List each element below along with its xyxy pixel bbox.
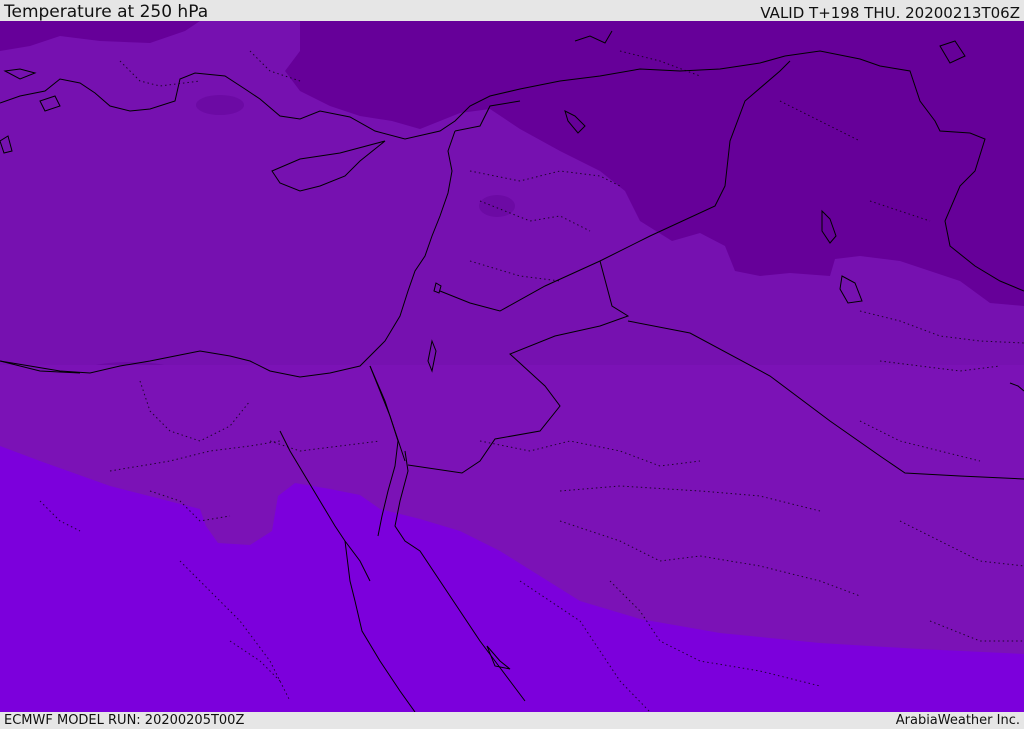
map-canvas	[0, 21, 1024, 712]
title-bar: Temperature at 250 hPa VALID T+198 THU. …	[0, 0, 1024, 21]
temperature-map[interactable]	[0, 21, 1024, 712]
map-title: Temperature at 250 hPa	[4, 2, 209, 22]
model-run: ECMWF MODEL RUN: 20200205T00Z	[4, 713, 245, 728]
temperature-patch-small-2	[479, 195, 515, 217]
valid-time: VALID T+198 THU. 20200213T06Z	[760, 4, 1020, 22]
footer-bar: ECMWF MODEL RUN: 20200205T00Z ArabiaWeat…	[0, 712, 1024, 729]
temperature-patch-small-1	[196, 95, 244, 115]
credit: ArabiaWeather Inc.	[895, 713, 1020, 728]
